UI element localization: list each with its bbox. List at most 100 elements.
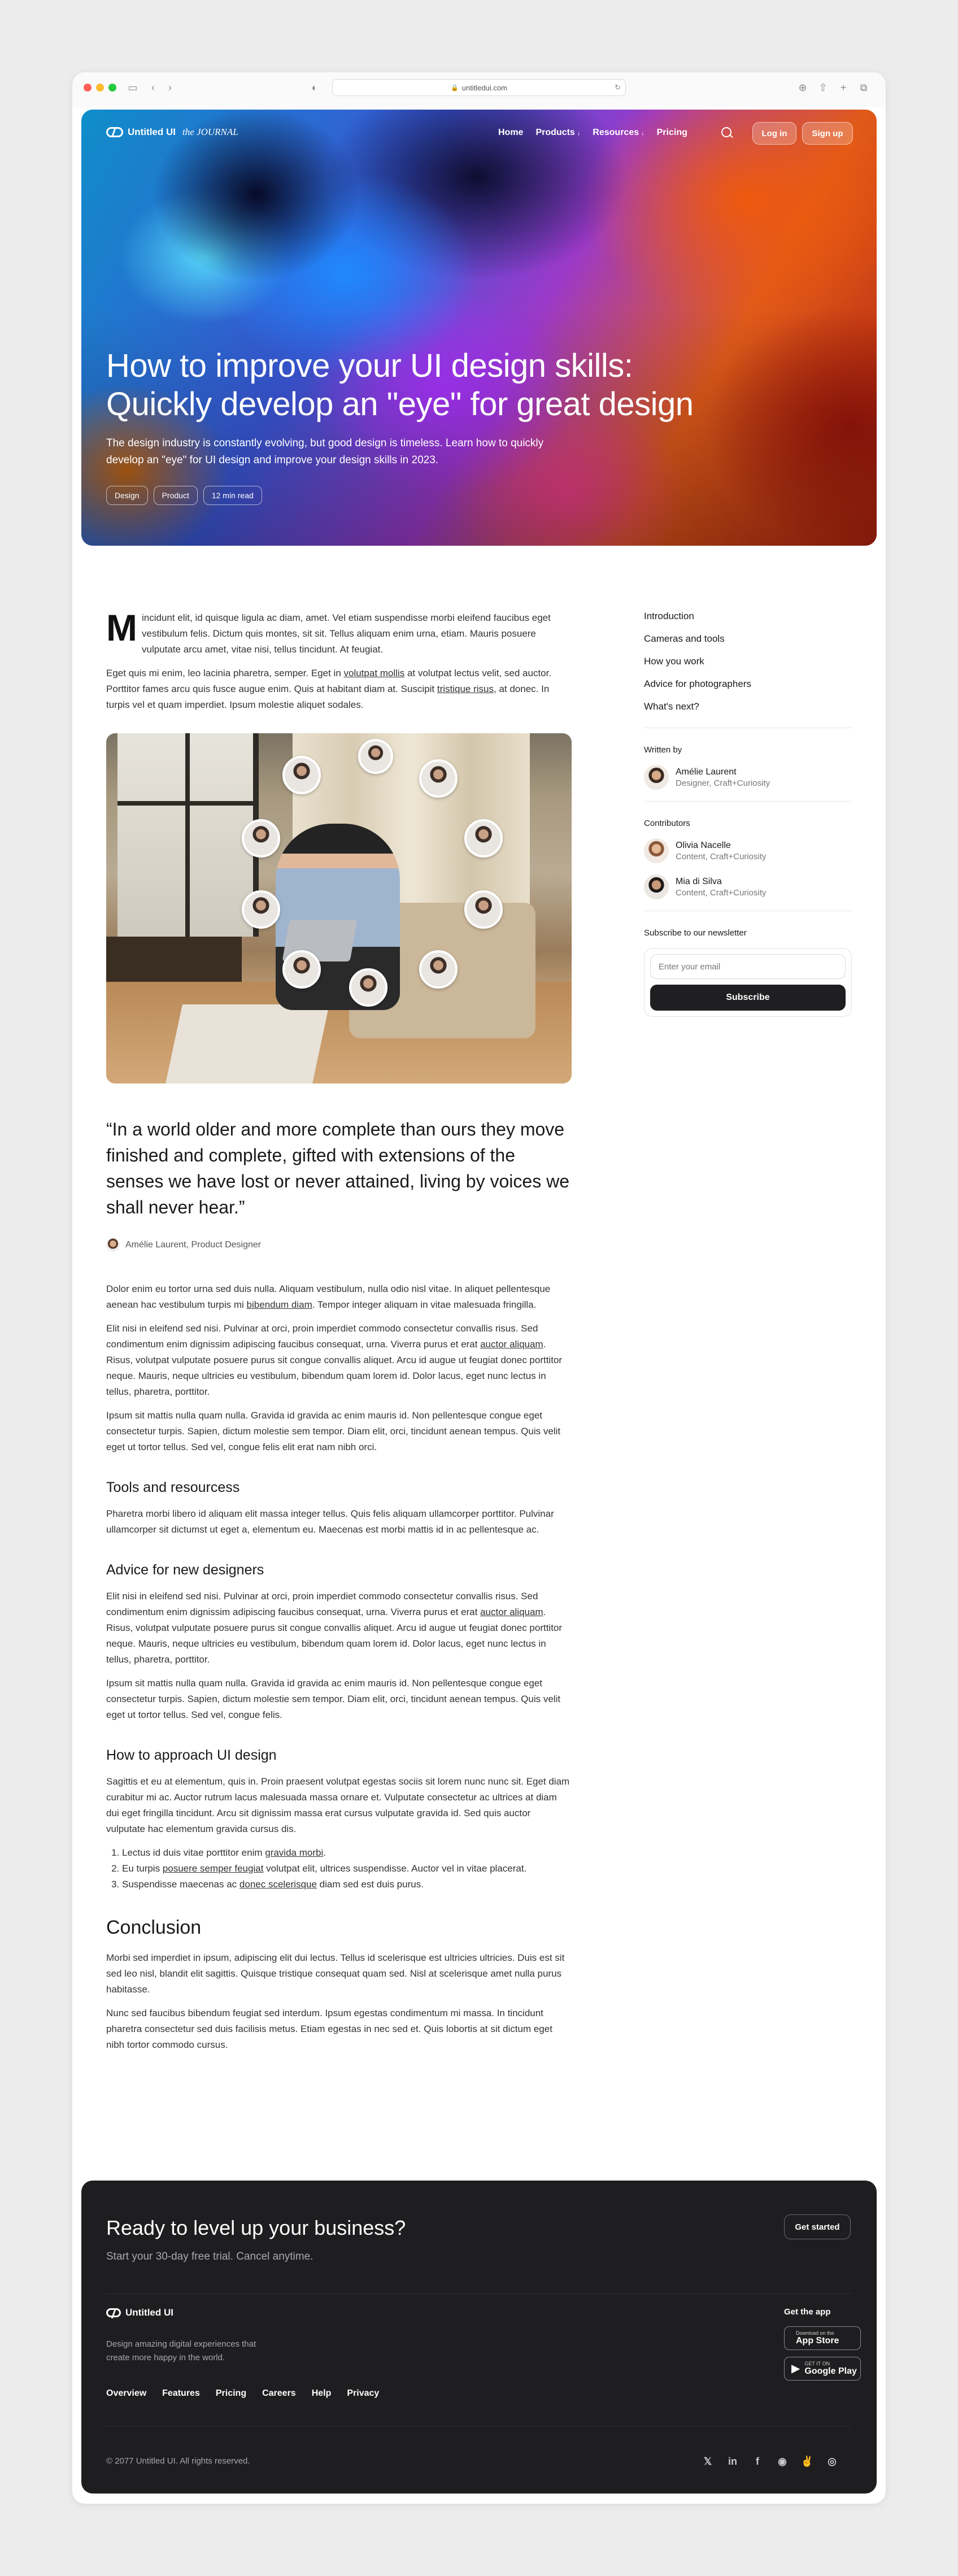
section-heading: Tools and resourcess xyxy=(106,1480,240,1495)
avatar xyxy=(242,819,280,858)
paragraph: Ipsum sit mattis nulla quam nulla. Gravi… xyxy=(106,1678,561,1720)
maximize-window-button[interactable] xyxy=(108,84,116,92)
list-item-text: Lectus id duis vitae porttitor enim xyxy=(122,1847,265,1858)
app-store-button[interactable]: Download on the App Store xyxy=(784,2326,861,2350)
tab-overview-icon[interactable]: ⧉ xyxy=(854,78,873,97)
new-tab-icon[interactable]: + xyxy=(834,78,853,97)
tag-list: Design Product 12 min read xyxy=(106,486,262,505)
paragraph: Elit nisi in eleifend sed nisi. Pulvinar… xyxy=(106,1321,572,1400)
cta-title: Ready to level up your business? xyxy=(106,2216,406,2239)
footer-logo[interactable]: Untitled UI xyxy=(106,2307,173,2318)
forward-icon[interactable]: › xyxy=(160,78,180,97)
toc-item[interactable]: Introduction xyxy=(644,610,852,623)
subscribe-button[interactable]: Subscribe xyxy=(650,985,846,1011)
footer-link-privacy[interactable]: Privacy xyxy=(347,2388,379,2399)
hero-section: Untitled UI the JOURNAL Home Products ↓ R… xyxy=(81,110,877,546)
search-icon[interactable] xyxy=(718,124,735,141)
logo-mark-icon xyxy=(106,127,123,137)
quote-author-name: Amélie Laurent, Product Designer xyxy=(125,1240,262,1250)
article-body: Mincidunt elit, id quisque ligula ac dia… xyxy=(106,607,572,2061)
address-bar[interactable]: 🔒 untitledui.com ↻ xyxy=(332,79,626,96)
back-icon[interactable]: ‹ xyxy=(143,78,163,97)
paragraph: Morbi sed imperdiet in ipsum, adipiscing… xyxy=(106,1952,565,1995)
lock-icon: 🔒 xyxy=(451,84,459,92)
x-icon[interactable]: 𝕏 xyxy=(699,2453,716,2470)
avatar xyxy=(464,819,503,858)
footer-link-careers[interactable]: Careers xyxy=(262,2388,296,2399)
drop-cap: M xyxy=(106,607,137,649)
paragraph-text: Eget quis mi enim, leo lacinia pharetra,… xyxy=(106,668,344,678)
author-name: Amélie Laurent xyxy=(676,767,737,777)
inline-link[interactable]: donec scelerisque xyxy=(240,1879,317,1890)
close-window-button[interactable] xyxy=(84,84,92,92)
list-item: Suspendisse maecenas ac donec scelerisqu… xyxy=(122,1877,572,1892)
paragraph: Nunc sed faucibus bibendum feugiat sed i… xyxy=(106,2008,552,2050)
github-icon[interactable]: ◉ xyxy=(774,2453,791,2470)
login-button[interactable]: Log in xyxy=(752,122,796,145)
hero-subtitle: The design industry is constantly evolvi… xyxy=(106,437,544,466)
footer-link-pricing[interactable]: Pricing xyxy=(216,2388,246,2399)
toc-item[interactable]: Cameras and tools xyxy=(644,633,852,645)
paragraph: Pharetra morbi libero id aliquam elit ma… xyxy=(106,1508,554,1535)
nav-products-label: Products xyxy=(535,128,575,137)
author-role: Designer, Craft+Curiosity xyxy=(676,778,770,788)
inline-link[interactable]: tristique risus xyxy=(437,684,494,694)
get-started-button[interactable]: Get started xyxy=(784,2214,851,2239)
logo-subtitle: the JOURNAL xyxy=(182,127,238,137)
image-rug xyxy=(166,1004,329,1084)
footer-link-overview[interactable]: Overview xyxy=(106,2388,146,2399)
linkedin-icon[interactable]: in xyxy=(724,2453,741,2470)
share-icon[interactable]: ⇧ xyxy=(813,78,833,97)
toc-item[interactable]: How you work xyxy=(644,655,852,668)
download-icon[interactable]: ⊕ xyxy=(793,78,812,97)
site-logo[interactable]: Untitled UI the JOURNAL xyxy=(106,127,238,138)
tag-product[interactable]: Product xyxy=(153,486,198,505)
dribbble-icon[interactable]: ◎ xyxy=(824,2453,841,2470)
google-play-small-text: GET IT ON xyxy=(804,2361,830,2366)
footer-link-help[interactable]: Help xyxy=(312,2388,332,2399)
footer-logo-text: Untitled UI xyxy=(125,2307,173,2318)
nav-products[interactable]: Products ↓ xyxy=(535,128,580,138)
top-nav: Untitled UI the JOURNAL Home Products ↓ R… xyxy=(81,110,877,156)
signup-button[interactable]: Sign up xyxy=(802,122,853,145)
angellist-icon[interactable]: ✌ xyxy=(799,2453,816,2470)
google-play-button[interactable]: ▶ GET IT ON Google Play xyxy=(784,2357,861,2381)
inline-link[interactable]: bibendum diam xyxy=(247,1299,312,1310)
sidebar-toggle-icon[interactable]: ▭ xyxy=(123,78,142,97)
chevron-down-icon: ↓ xyxy=(641,130,645,137)
inline-link[interactable]: auctor aliquam xyxy=(480,1339,543,1350)
author-card[interactable]: Amélie Laurent Designer, Craft+Curiosity xyxy=(644,765,852,790)
nav-home[interactable]: Home xyxy=(498,128,523,138)
inline-link[interactable]: posuere semper feugiat xyxy=(163,1863,264,1874)
list-item-text: volutpat elit, ultrices suspendisse. Auc… xyxy=(263,1863,527,1874)
toc-item[interactable]: Advice for photographers xyxy=(644,678,852,690)
contributor-card[interactable]: Olivia Nacelle Content, Craft+Curiosity xyxy=(644,838,852,863)
list-item-text: Suspendisse maecenas ac xyxy=(122,1879,240,1890)
minimize-window-button[interactable] xyxy=(96,84,104,92)
contributor-name: Olivia Nacelle xyxy=(676,840,731,850)
list-item-text: Eu turpis xyxy=(122,1863,163,1874)
contributor-card[interactable]: Mia di Silva Content, Craft+Curiosity xyxy=(644,874,852,899)
inline-link[interactable]: volutpat mollis xyxy=(344,668,405,678)
paragraph: Ipsum sit mattis nulla quam nulla. Gravi… xyxy=(106,1410,561,1452)
article-image xyxy=(106,733,572,1084)
nav-resources[interactable]: Resources ↓ xyxy=(593,128,644,138)
nav-pricing[interactable]: Pricing xyxy=(657,128,687,138)
avatar xyxy=(644,838,669,863)
page-title: How to improve your UI design skills: Qu… xyxy=(106,347,694,423)
tag-design[interactable]: Design xyxy=(106,486,148,505)
app-store-small-text: Download on the xyxy=(796,2330,834,2336)
toc-item[interactable]: What's next? xyxy=(644,700,852,713)
tag-read-time: 12 min read xyxy=(203,486,262,505)
inline-link[interactable]: gravida morbi xyxy=(265,1847,323,1858)
privacy-shield-icon[interactable]: ◐ xyxy=(305,78,324,97)
numbered-list: Lectus id duis vitae porttitor enim grav… xyxy=(106,1845,572,1892)
divider xyxy=(644,801,852,802)
contributor-role: Content, Craft+Curiosity xyxy=(676,851,767,861)
reload-icon[interactable]: ↻ xyxy=(615,83,621,92)
footer-link-features[interactable]: Features xyxy=(162,2388,200,2399)
logo-mark-icon xyxy=(106,2308,121,2317)
facebook-icon[interactable]: f xyxy=(749,2453,766,2470)
inline-link[interactable]: auctor aliquam xyxy=(480,1607,543,1617)
email-field[interactable]: Enter your email xyxy=(650,954,846,979)
